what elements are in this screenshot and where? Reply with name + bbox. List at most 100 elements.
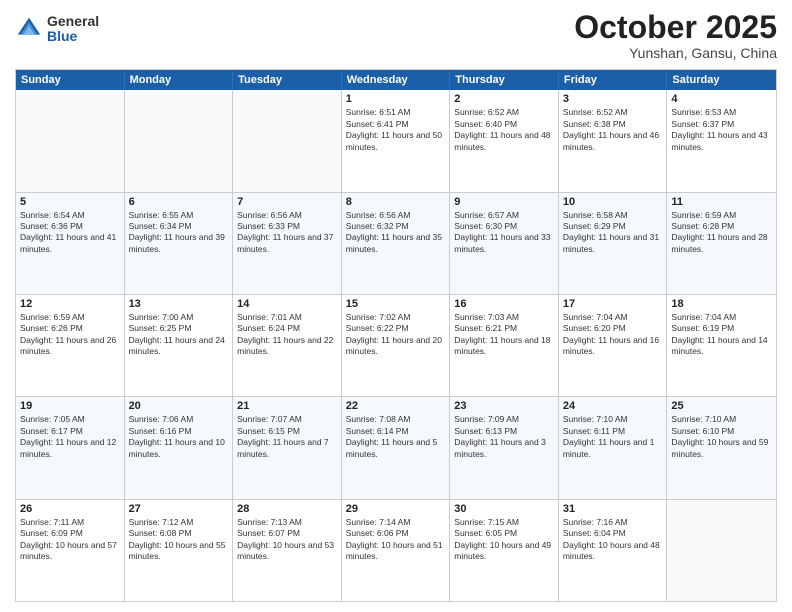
weekday-header-wednesday: Wednesday (342, 70, 451, 90)
calendar-cell: 29 Sunrise: 7:14 AMSunset: 6:06 PMDayligh… (342, 500, 451, 601)
day-number: 2 (454, 93, 554, 105)
cell-info: Sunrise: 6:59 AMSunset: 6:28 PMDaylight:… (671, 210, 772, 256)
day-number: 19 (20, 400, 120, 412)
cell-info: Sunrise: 7:15 AMSunset: 6:05 PMDaylight:… (454, 517, 554, 563)
day-number: 7 (237, 196, 337, 208)
weekday-header-tuesday: Tuesday (233, 70, 342, 90)
calendar-cell: 20Sunrise: 7:06 AMSunset: 6:16 PMDayligh… (125, 397, 234, 498)
calendar-week-4: 19 Sunrise: 7:05 AMSunset: 6:17 PMDayligh… (16, 397, 776, 499)
cell-info: Sunrise: 7:11 AMSunset: 6:09 PMDaylight:… (20, 517, 120, 563)
day-number: 15 (346, 298, 446, 310)
cell-info: Sunrise: 7:10 AMSunset: 6:11 PMDaylight:… (563, 414, 663, 460)
calendar-cell: 10 Sunrise: 6:58 AMSunset: 6:29 PMDayligh… (559, 193, 668, 294)
calendar-cell: 11 Sunrise: 6:59 AMSunset: 6:28 PMDayligh… (667, 193, 776, 294)
day-number: 8 (346, 196, 446, 208)
calendar-cell: 21 Sunrise: 7:07 AMSunset: 6:15 PMDayligh… (233, 397, 342, 498)
cell-info: Sunrise: 7:12 AMSunset: 6:08 PMDaylight:… (129, 517, 229, 563)
day-number: 16 (454, 298, 554, 310)
day-number: 4 (671, 93, 772, 105)
day-number: 20 (129, 400, 229, 412)
calendar-cell: 4 Sunrise: 6:53 AMSunset: 6:37 PMDaylight… (667, 90, 776, 191)
calendar-cell: 8 Sunrise: 6:56 AMSunset: 6:32 PMDaylight… (342, 193, 451, 294)
calendar-cell (16, 90, 125, 191)
day-number: 5 (20, 196, 120, 208)
day-number: 1 (346, 93, 446, 105)
cell-info: Sunrise: 6:54 AMSunset: 6:36 PMDaylight:… (20, 210, 120, 256)
calendar-cell: 30Sunrise: 7:15 AMSunset: 6:05 PMDayligh… (450, 500, 559, 601)
calendar-cell: 3 Sunrise: 6:52 AMSunset: 6:38 PMDaylight… (559, 90, 668, 191)
day-number: 24 (563, 400, 663, 412)
calendar-cell: 7 Sunrise: 6:56 AMSunset: 6:33 PMDaylight… (233, 193, 342, 294)
day-number: 18 (671, 298, 772, 310)
calendar-cell: 27 Sunrise: 7:12 AMSunset: 6:08 PMDayligh… (125, 500, 234, 601)
cell-info: Sunrise: 7:00 AMSunset: 6:25 PMDaylight:… (129, 312, 229, 358)
weekday-header-thursday: Thursday (450, 70, 559, 90)
day-number: 21 (237, 400, 337, 412)
calendar-cell (233, 90, 342, 191)
day-number: 9 (454, 196, 554, 208)
calendar-cell: 19 Sunrise: 7:05 AMSunset: 6:17 PMDayligh… (16, 397, 125, 498)
calendar-cell: 1 Sunrise: 6:51 AMSunset: 6:41 PMDaylight… (342, 90, 451, 191)
calendar-cell: 13 Sunrise: 7:00 AMSunset: 6:25 PMDayligh… (125, 295, 234, 396)
day-number: 25 (671, 400, 772, 412)
cell-info: Sunrise: 6:57 AMSunset: 6:30 PMDaylight:… (454, 210, 554, 256)
weekday-header-monday: Monday (125, 70, 234, 90)
cell-info: Sunrise: 6:56 AMSunset: 6:32 PMDaylight:… (346, 210, 446, 256)
cell-info: Sunrise: 6:58 AMSunset: 6:29 PMDaylight:… (563, 210, 663, 256)
header: General Blue October 2025 Yunshan, Gansu… (15, 10, 777, 61)
calendar-cell: 25 Sunrise: 7:10 AMSunset: 6:10 PMDayligh… (667, 397, 776, 498)
cell-info: Sunrise: 6:51 AMSunset: 6:41 PMDaylight:… (346, 107, 446, 153)
cell-info: Sunrise: 7:07 AMSunset: 6:15 PMDaylight:… (237, 414, 337, 460)
cell-info: Sunrise: 7:09 AMSunset: 6:13 PMDaylight:… (454, 414, 554, 460)
day-number: 11 (671, 196, 772, 208)
day-number: 31 (563, 503, 663, 515)
day-number: 3 (563, 93, 663, 105)
logo-icon (15, 15, 43, 43)
calendar-cell: 22 Sunrise: 7:08 AMSunset: 6:14 PMDayligh… (342, 397, 451, 498)
logo-blue: Blue (47, 29, 99, 44)
day-number: 12 (20, 298, 120, 310)
cell-info: Sunrise: 7:13 AMSunset: 6:07 PMDaylight:… (237, 517, 337, 563)
calendar-week-5: 26 Sunrise: 7:11 AMSunset: 6:09 PMDayligh… (16, 500, 776, 601)
calendar-cell: 16 Sunrise: 7:03 AMSunset: 6:21 PMDayligh… (450, 295, 559, 396)
day-number: 10 (563, 196, 663, 208)
cell-info: Sunrise: 7:04 AMSunset: 6:20 PMDaylight:… (563, 312, 663, 358)
day-number: 17 (563, 298, 663, 310)
weekday-header-friday: Friday (559, 70, 668, 90)
calendar-cell: 5 Sunrise: 6:54 AMSunset: 6:36 PMDaylight… (16, 193, 125, 294)
cell-info: Sunrise: 7:14 AMSunset: 6:06 PMDaylight:… (346, 517, 446, 563)
cell-info: Sunrise: 7:03 AMSunset: 6:21 PMDaylight:… (454, 312, 554, 358)
day-number: 22 (346, 400, 446, 412)
cell-info: Sunrise: 7:10 AMSunset: 6:10 PMDaylight:… (671, 414, 772, 460)
calendar-cell: 6Sunrise: 6:55 AMSunset: 6:34 PMDaylight… (125, 193, 234, 294)
cell-info: Sunrise: 6:52 AMSunset: 6:38 PMDaylight:… (563, 107, 663, 153)
calendar-cell: 9 Sunrise: 6:57 AMSunset: 6:30 PMDaylight… (450, 193, 559, 294)
logo: General Blue (15, 14, 99, 45)
weekday-header-saturday: Saturday (667, 70, 776, 90)
logo-general: General (47, 14, 99, 29)
cell-info: Sunrise: 7:02 AMSunset: 6:22 PMDaylight:… (346, 312, 446, 358)
calendar-cell: 23Sunrise: 7:09 AMSunset: 6:13 PMDayligh… (450, 397, 559, 498)
cell-info: Sunrise: 6:53 AMSunset: 6:37 PMDaylight:… (671, 107, 772, 153)
cell-info: Sunrise: 6:56 AMSunset: 6:33 PMDaylight:… (237, 210, 337, 256)
day-number: 13 (129, 298, 229, 310)
calendar-cell (125, 90, 234, 191)
title-location: Yunshan, Gansu, China (574, 45, 777, 61)
title-block: October 2025 Yunshan, Gansu, China (574, 10, 777, 61)
calendar-cell: 12Sunrise: 6:59 AMSunset: 6:26 PMDayligh… (16, 295, 125, 396)
calendar-week-1: 1 Sunrise: 6:51 AMSunset: 6:41 PMDaylight… (16, 90, 776, 192)
calendar-cell: 17 Sunrise: 7:04 AMSunset: 6:20 PMDayligh… (559, 295, 668, 396)
cell-info: Sunrise: 7:08 AMSunset: 6:14 PMDaylight:… (346, 414, 446, 460)
calendar-cell: 31Sunrise: 7:16 AMSunset: 6:04 PMDayligh… (559, 500, 668, 601)
logo-text: General Blue (47, 14, 99, 45)
day-number: 14 (237, 298, 337, 310)
calendar-header: SundayMondayTuesdayWednesdayThursdayFrid… (16, 70, 776, 90)
weekday-header-sunday: Sunday (16, 70, 125, 90)
day-number: 26 (20, 503, 120, 515)
cell-info: Sunrise: 7:01 AMSunset: 6:24 PMDaylight:… (237, 312, 337, 358)
calendar-cell: 2Sunrise: 6:52 AMSunset: 6:40 PMDaylight… (450, 90, 559, 191)
cell-info: Sunrise: 7:05 AMSunset: 6:17 PMDaylight:… (20, 414, 120, 460)
day-number: 29 (346, 503, 446, 515)
calendar-cell: 14 Sunrise: 7:01 AMSunset: 6:24 PMDayligh… (233, 295, 342, 396)
day-number: 27 (129, 503, 229, 515)
